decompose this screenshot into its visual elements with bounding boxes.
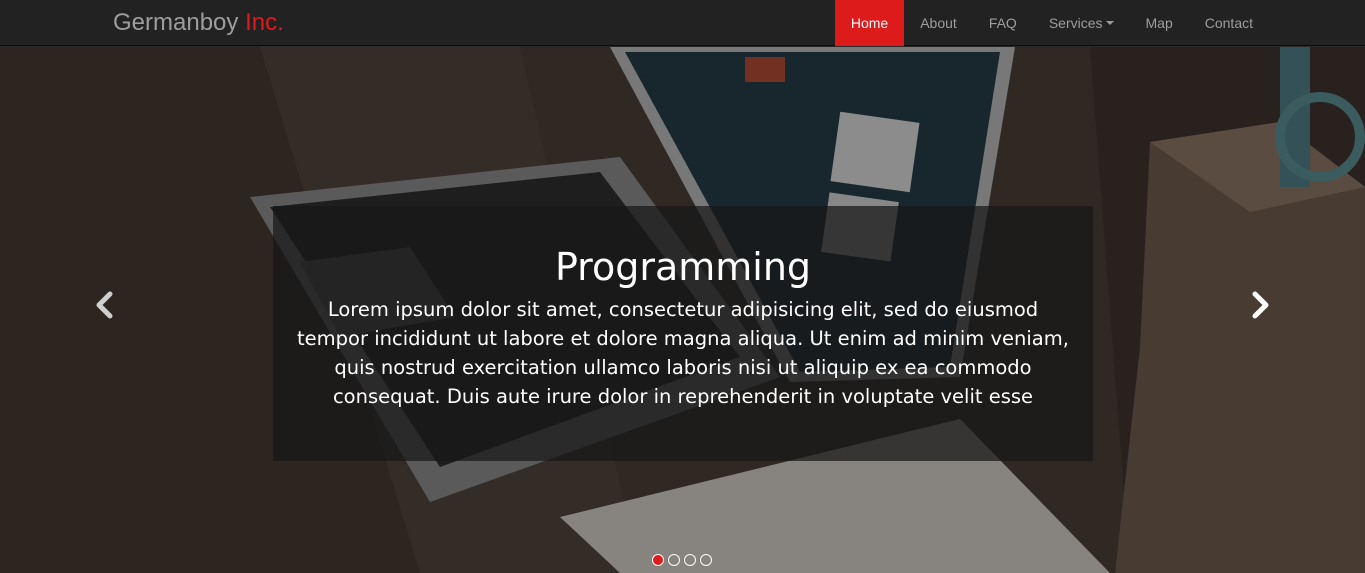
slide-title: Programming [554, 245, 812, 289]
carousel-indicator-dot[interactable] [700, 554, 712, 566]
carousel-indicators [652, 554, 712, 566]
hero-carousel: Programming Lorem ipsum dolor sit amet, … [0, 47, 1365, 573]
brand-name: Germanboy [113, 9, 239, 36]
chevron-left-icon [96, 291, 113, 319]
nav-item-contact: Contact [1189, 0, 1269, 46]
nav-item-services: Services [1033, 0, 1130, 46]
nav-link-faq[interactable]: FAQ [973, 0, 1033, 46]
nav-link-contact[interactable]: Contact [1189, 0, 1269, 46]
nav-item-map: Map [1130, 0, 1189, 46]
nav-link-home[interactable]: Home [834, 0, 905, 46]
navbar: Germanboy Inc. Home About FAQ Services M… [0, 0, 1365, 46]
slide-caption: Programming Lorem ipsum dolor sit amet, … [273, 206, 1093, 461]
nav-link-map[interactable]: Map [1130, 0, 1189, 46]
nav-item-about: About [904, 0, 973, 46]
nav-link-about[interactable]: About [904, 0, 973, 46]
carousel-indicator-dot[interactable] [668, 554, 680, 566]
nav-item-home: Home [834, 0, 905, 46]
carousel-next-button[interactable] [1245, 287, 1275, 323]
caret-down-icon [1105, 21, 1114, 25]
brand-logo[interactable]: Germanboy Inc. [113, 9, 284, 37]
carousel-indicator-dot[interactable] [652, 554, 664, 566]
carousel-indicator-dot[interactable] [684, 554, 696, 566]
nav-services-label: Services [1048, 15, 1103, 31]
nav-item-faq: FAQ [973, 0, 1033, 46]
main-nav: Home About FAQ Services Map Contact [834, 0, 1269, 46]
nav-link-services[interactable]: Services [1033, 0, 1130, 46]
brand-accent: Inc. [245, 9, 284, 36]
carousel-prev-button[interactable] [90, 287, 120, 323]
slide-text: Lorem ipsum dolor sit amet, consectetur … [297, 298, 1069, 408]
chevron-right-icon [1252, 291, 1269, 319]
